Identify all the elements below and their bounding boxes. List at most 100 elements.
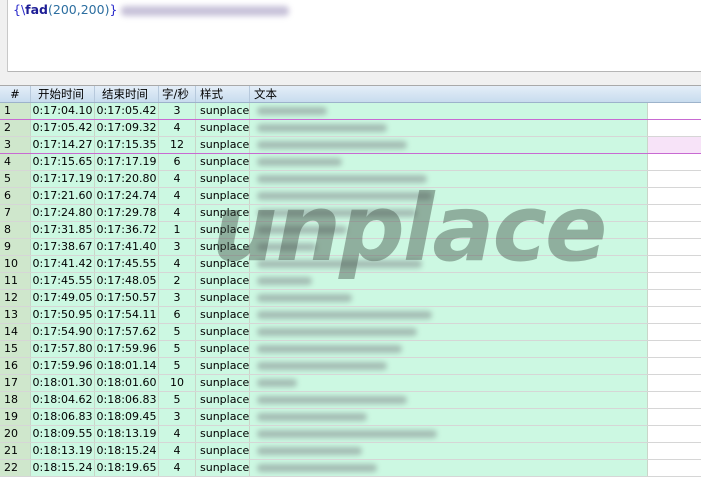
subtitle-text <box>250 256 648 272</box>
table-row[interactable]: 1 0:17:04.10 0:17:05.42 3 sunplace <box>0 103 701 120</box>
chars-per-second: 3 <box>159 103 196 119</box>
start-time: 0:17:41.42 <box>31 256 95 272</box>
style-name: sunplace <box>196 273 250 289</box>
table-row[interactable]: 10 0:17:41.42 0:17:45.55 4 sunplace <box>0 256 701 273</box>
style-name: sunplace <box>196 222 250 238</box>
style-name: sunplace <box>196 205 250 221</box>
start-time: 0:18:01.30 <box>31 375 95 391</box>
row-number: 13 <box>0 307 31 323</box>
style-name: sunplace <box>196 188 250 204</box>
end-time: 0:17:24.74 <box>95 188 159 204</box>
start-time: 0:17:17.19 <box>31 171 95 187</box>
table-row[interactable]: 14 0:17:54.90 0:17:57.62 5 sunplace <box>0 324 701 341</box>
end-time: 0:17:59.96 <box>95 341 159 357</box>
subtitle-text <box>250 239 648 255</box>
end-time: 0:17:50.57 <box>95 290 159 306</box>
end-time: 0:17:57.62 <box>95 324 159 340</box>
style-name: sunplace <box>196 375 250 391</box>
end-time: 0:17:45.55 <box>95 256 159 272</box>
start-time: 0:18:09.55 <box>31 426 95 442</box>
table-row[interactable]: 13 0:17:50.95 0:17:54.11 6 sunplace <box>0 307 701 324</box>
chars-per-second: 6 <box>159 154 196 170</box>
style-name: sunplace <box>196 154 250 170</box>
table-row[interactable]: 6 0:17:21.60 0:17:24.74 4 sunplace <box>0 188 701 205</box>
style-name: sunplace <box>196 137 250 153</box>
row-number: 20 <box>0 426 31 442</box>
subtitle-grid[interactable]: # 开始时间 结束时间 字/秒 样式 文本 1 0:17:04.10 0:17:05… <box>0 86 701 478</box>
column-header-style[interactable]: 样式 <box>196 86 250 102</box>
table-row[interactable]: 7 0:17:24.80 0:17:29.78 4 sunplace <box>0 205 701 222</box>
style-name: sunplace <box>196 324 250 340</box>
table-row[interactable]: 15 0:17:57.80 0:17:59.96 5 sunplace <box>0 341 701 358</box>
table-row[interactable]: 18 0:18:04.62 0:18:06.83 5 sunplace <box>0 392 701 409</box>
table-row[interactable]: 21 0:18:13.19 0:18:15.24 4 sunplace <box>0 443 701 460</box>
pane-splitter[interactable] <box>0 72 701 86</box>
subtitle-text <box>250 443 648 459</box>
table-row[interactable]: 3 0:17:14.27 0:17:15.35 12 sunplace <box>0 137 701 154</box>
chars-per-second: 4 <box>159 120 196 136</box>
blurred-subtitle-text <box>121 5 290 16</box>
start-time: 0:17:04.10 <box>31 103 95 119</box>
blurred-text <box>257 328 417 336</box>
style-name: sunplace <box>196 171 250 187</box>
chars-per-second: 4 <box>159 171 196 187</box>
blurred-text <box>257 209 417 217</box>
table-row[interactable]: 8 0:17:31.85 0:17:36.72 1 sunplace <box>0 222 701 239</box>
table-row[interactable]: 9 0:17:38.67 0:17:41.40 3 sunplace <box>0 239 701 256</box>
blurred-text <box>257 277 312 285</box>
style-name: sunplace <box>196 103 250 119</box>
table-row[interactable]: 22 0:18:15.24 0:18:19.65 4 sunplace <box>0 460 701 477</box>
table-row[interactable]: 5 0:17:17.19 0:17:20.80 4 sunplace <box>0 171 701 188</box>
blurred-text <box>257 311 432 319</box>
subtitle-edit-box[interactable]: {\fad(200,200)} <box>0 0 701 72</box>
blurred-text <box>257 158 342 166</box>
end-time: 0:18:01.60 <box>95 375 159 391</box>
row-number: 4 <box>0 154 31 170</box>
end-time: 0:17:20.80 <box>95 171 159 187</box>
subtitle-text <box>250 137 648 153</box>
chars-per-second: 4 <box>159 426 196 442</box>
blurred-text <box>257 107 327 115</box>
table-row[interactable]: 2 0:17:05.42 0:17:09.32 4 sunplace <box>0 120 701 137</box>
table-row[interactable]: 19 0:18:06.83 0:18:09.45 3 sunplace <box>0 409 701 426</box>
start-time: 0:17:14.27 <box>31 137 95 153</box>
end-time: 0:17:17.19 <box>95 154 159 170</box>
subtitle-text <box>250 375 648 391</box>
chars-per-second: 1 <box>159 222 196 238</box>
editor-line[interactable]: {\fad(200,200)} <box>13 1 290 18</box>
blurred-text <box>257 379 297 387</box>
subtitle-text <box>250 426 648 442</box>
start-time: 0:17:57.80 <box>31 341 95 357</box>
column-header-end[interactable]: 结束时间 <box>95 86 159 102</box>
style-name: sunplace <box>196 409 250 425</box>
style-name: sunplace <box>196 256 250 272</box>
column-header-cps[interactable]: 字/秒 <box>159 86 196 102</box>
table-row[interactable]: 12 0:17:49.05 0:17:50.57 3 sunplace <box>0 290 701 307</box>
column-header-start[interactable]: 开始时间 <box>31 86 95 102</box>
row-number: 14 <box>0 324 31 340</box>
end-time: 0:17:15.35 <box>95 137 159 153</box>
blurred-text <box>257 362 387 370</box>
table-row[interactable]: 20 0:18:09.55 0:18:13.19 4 sunplace <box>0 426 701 443</box>
row-number: 10 <box>0 256 31 272</box>
row-number: 15 <box>0 341 31 357</box>
column-header-text[interactable]: 文本 <box>250 86 701 102</box>
override-brace-open: { <box>13 2 21 17</box>
start-time: 0:17:49.05 <box>31 290 95 306</box>
table-row[interactable]: 11 0:17:45.55 0:17:48.05 2 sunplace <box>0 273 701 290</box>
start-time: 0:17:45.55 <box>31 273 95 289</box>
chars-per-second: 5 <box>159 341 196 357</box>
chars-per-second: 5 <box>159 324 196 340</box>
row-number: 21 <box>0 443 31 459</box>
table-row[interactable]: 4 0:17:15.65 0:17:17.19 6 sunplace <box>0 154 701 171</box>
row-number: 2 <box>0 120 31 136</box>
end-time: 0:18:01.14 <box>95 358 159 374</box>
row-number: 11 <box>0 273 31 289</box>
override-tag-name: fad <box>25 2 48 17</box>
table-row[interactable]: 17 0:18:01.30 0:18:01.60 10 sunplace <box>0 375 701 392</box>
column-header-number[interactable]: # <box>0 86 31 102</box>
table-row[interactable]: 16 0:17:59.96 0:18:01.14 5 sunplace <box>0 358 701 375</box>
end-time: 0:18:15.24 <box>95 443 159 459</box>
start-time: 0:17:31.85 <box>31 222 95 238</box>
row-number: 17 <box>0 375 31 391</box>
